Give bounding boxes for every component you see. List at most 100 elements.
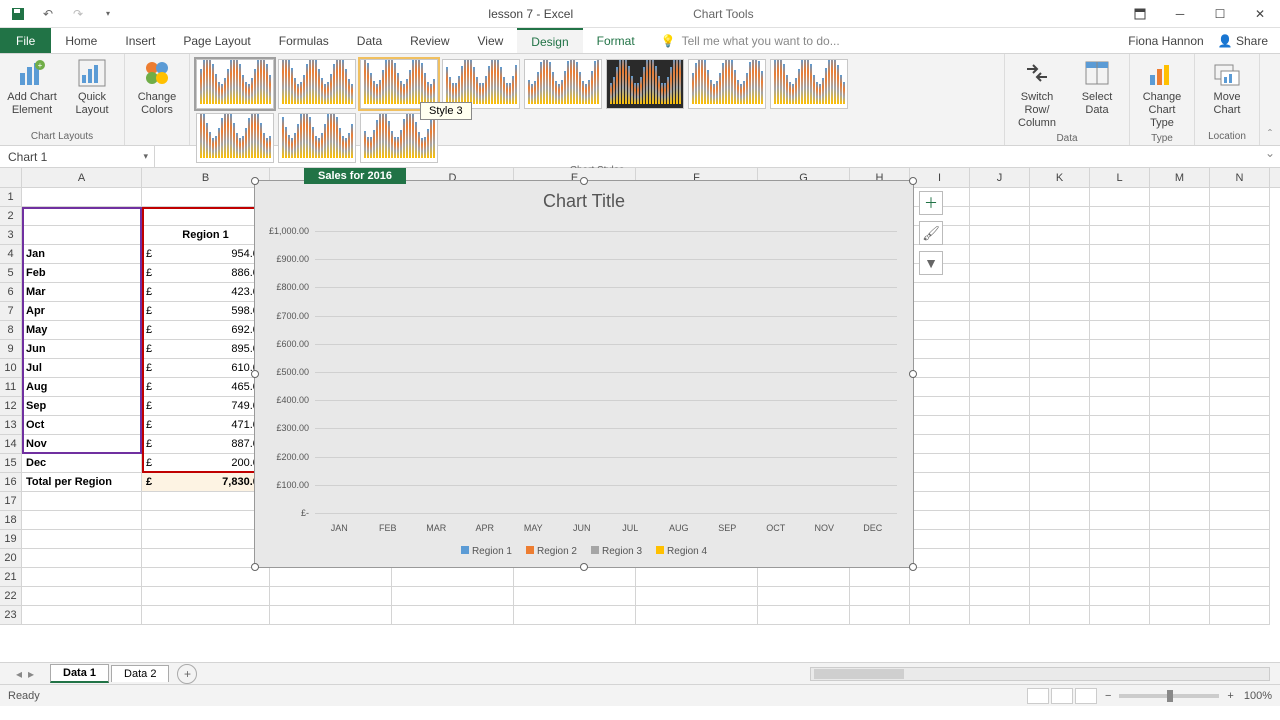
cell[interactable] [1090,473,1150,492]
cell[interactable]: £895.00 [142,340,270,359]
move-chart-button[interactable]: Move Chart [1201,57,1253,117]
cell[interactable] [1090,207,1150,226]
tab-review[interactable]: Review [396,28,463,53]
sheet-tab-data1[interactable]: Data 1 [50,664,109,683]
cell[interactable]: Apr [22,302,142,321]
chart-style-thumb[interactable] [688,59,766,109]
column-header[interactable]: I [910,168,970,187]
cell[interactable] [1090,226,1150,245]
cell[interactable] [142,188,270,207]
chart-style-thumb[interactable] [770,59,848,109]
cell[interactable] [910,454,970,473]
row-header[interactable]: 4 [0,245,22,264]
row-header[interactable]: 7 [0,302,22,321]
cell[interactable] [1150,188,1210,207]
cell[interactable] [1030,587,1090,606]
cell[interactable]: £887.00 [142,435,270,454]
cell[interactable] [636,587,758,606]
cell[interactable] [1090,606,1150,625]
cell[interactable] [1090,283,1150,302]
cell[interactable] [1090,264,1150,283]
cell[interactable] [1090,397,1150,416]
cell[interactable] [1150,207,1210,226]
cell[interactable] [1150,340,1210,359]
row-header[interactable]: 5 [0,264,22,283]
cell[interactable] [910,587,970,606]
row-header[interactable]: 2 [0,207,22,226]
cell[interactable]: Feb [22,264,142,283]
add-chart-element-button[interactable]: + Add Chart Element [6,57,58,117]
cell[interactable] [910,378,970,397]
cell[interactable]: Jan [22,245,142,264]
cell[interactable] [1150,549,1210,568]
cell[interactable] [392,606,514,625]
cell[interactable] [1210,511,1270,530]
cell[interactable] [1150,416,1210,435]
cell[interactable] [514,587,636,606]
row-header[interactable]: 17 [0,492,22,511]
cell[interactable] [970,492,1030,511]
cell[interactable] [1030,340,1090,359]
row-header[interactable]: 3 [0,226,22,245]
cell[interactable] [1210,302,1270,321]
column-header[interactable]: B [142,168,270,187]
cell[interactable] [970,302,1030,321]
select-all-corner[interactable] [0,168,22,187]
cell[interactable] [1090,568,1150,587]
cell[interactable] [514,568,636,587]
cell[interactable]: Jul [22,359,142,378]
change-chart-type-button[interactable]: Change Chart Type [1136,57,1188,131]
add-sheet-button[interactable]: + [177,664,197,684]
cell[interactable] [1030,359,1090,378]
chart-filters-button[interactable]: ▼ [919,251,943,275]
cell[interactable] [1030,378,1090,397]
tell-me-search[interactable]: 💡 Tell me what you want to do... [649,28,1117,53]
cell[interactable] [910,397,970,416]
cell[interactable] [1210,435,1270,454]
chart-elements-button[interactable]: ＋ [919,191,943,215]
cell[interactable] [392,568,514,587]
cell[interactable] [142,587,270,606]
cell[interactable] [758,606,850,625]
cell[interactable] [270,587,392,606]
row-header[interactable]: 1 [0,188,22,207]
cell[interactable] [970,416,1030,435]
cell[interactable] [22,549,142,568]
cell[interactable] [970,454,1030,473]
cell[interactable] [142,511,270,530]
cell[interactable] [1030,207,1090,226]
cell[interactable] [142,530,270,549]
cell[interactable] [758,568,850,587]
cell[interactable] [910,321,970,340]
row-header[interactable]: 9 [0,340,22,359]
row-header[interactable]: 19 [0,530,22,549]
chart-style-thumb[interactable] [196,113,274,163]
cell[interactable]: Nov [22,435,142,454]
cell[interactable] [970,188,1030,207]
user-name[interactable]: Fiona Hannon [1128,34,1203,48]
cell[interactable] [1150,511,1210,530]
tab-format[interactable]: Format [583,28,649,53]
tab-data[interactable]: Data [343,28,396,53]
cell[interactable]: Region 1 [142,226,270,245]
row-header[interactable]: 10 [0,359,22,378]
cell[interactable] [910,435,970,454]
tab-home[interactable]: Home [51,28,111,53]
cell[interactable] [22,587,142,606]
cell[interactable] [970,245,1030,264]
cell[interactable] [1090,492,1150,511]
cell[interactable] [1090,416,1150,435]
cell[interactable] [970,359,1030,378]
cell[interactable] [1210,188,1270,207]
cell[interactable] [970,397,1030,416]
cell[interactable] [1030,245,1090,264]
column-header[interactable]: N [1210,168,1270,187]
cell[interactable] [142,606,270,625]
ribbon-display-icon[interactable] [1120,0,1160,28]
cell[interactable] [1150,264,1210,283]
row-header[interactable]: 14 [0,435,22,454]
cell[interactable] [1210,340,1270,359]
cell[interactable] [1210,207,1270,226]
maximize-button[interactable]: ☐ [1200,0,1240,28]
cell[interactable] [1030,606,1090,625]
